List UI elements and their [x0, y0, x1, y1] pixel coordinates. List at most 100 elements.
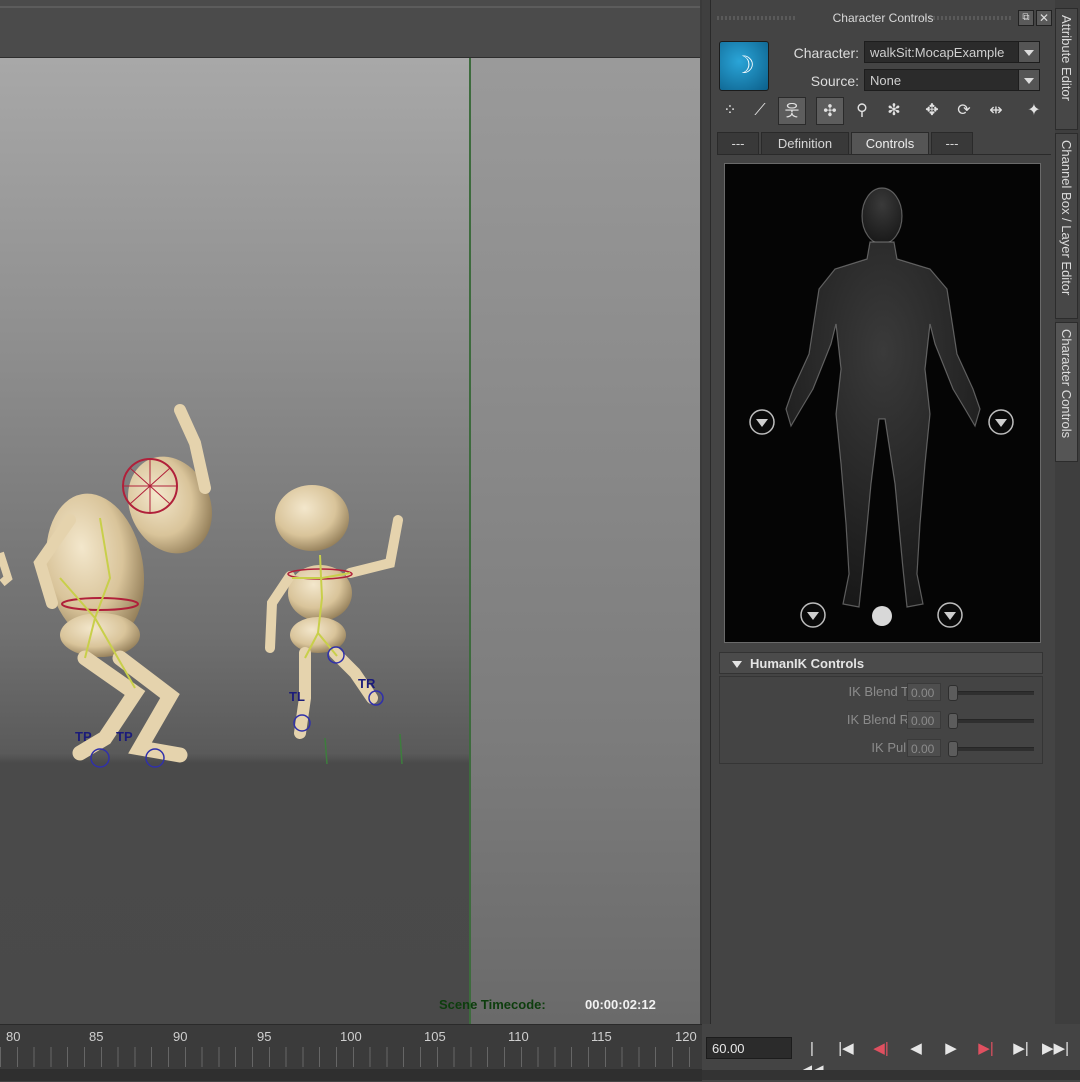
section-title: HumanIK Controls: [750, 656, 865, 671]
ik-pull-field[interactable]: 0.00: [907, 739, 941, 757]
side-tab-bar: Attribute Editor Channel Box / Layer Edi…: [1055, 0, 1080, 1024]
panel-splitter[interactable]: [702, 0, 710, 1024]
reference-ball-icon: [872, 606, 892, 626]
slider-label: IK Blend R: [846, 712, 909, 727]
mannequin-pelvis: [60, 613, 140, 657]
play-backward-button[interactable]: ◀: [903, 1038, 929, 1060]
scene-timecode-label: Scene Timecode:: [439, 997, 546, 1012]
ik-blend-t-field[interactable]: 0.00: [907, 683, 941, 701]
humanik-menu-button[interactable]: ☽: [719, 41, 769, 91]
chevron-down-icon: [1018, 42, 1039, 62]
character-dropdown-value: walkSit:MocapExample: [870, 45, 1005, 60]
tick-label: 115: [591, 1029, 612, 1044]
marker-label: TL: [289, 689, 305, 704]
character-controls-panel: Character Controls ⧉ ✕ ☽ Character: walk…: [710, 0, 1055, 1024]
tick-label: 90: [173, 1029, 188, 1044]
viewport-scene[interactable]: TP TP TL TR: [0, 58, 700, 1024]
source-dropdown[interactable]: None: [864, 69, 1040, 91]
current-frame-field[interactable]: 60.00: [706, 1037, 792, 1059]
time-slider[interactable]: 80 85 90 95 100 105 110 115 120: [0, 1024, 702, 1081]
viewport-toolbar-divider: [0, 6, 700, 8]
locator-line: [324, 737, 328, 765]
scene-timecode-value: 00:00:02:12: [585, 997, 656, 1012]
ik-blend-r-row: IK Blend R 0.00: [720, 709, 1044, 731]
tab-attribute-editor[interactable]: Attribute Editor: [1055, 8, 1078, 130]
chevron-down-icon: [1018, 70, 1039, 90]
translate-figure-icon[interactable]: ✥: [918, 97, 946, 125]
tab-definition[interactable]: Definition: [761, 132, 849, 154]
body-figure-svg: [749, 187, 1014, 628]
step-forward-frame-button[interactable]: ▶|: [973, 1038, 999, 1060]
step-forward-key-button[interactable]: ▶|: [1008, 1038, 1034, 1060]
tab-character-controls[interactable]: Character Controls: [1055, 322, 1078, 462]
tab-controls[interactable]: Controls: [851, 132, 929, 154]
panel-title: Character Controls: [832, 11, 934, 25]
collapse-triangle-icon: [732, 661, 742, 669]
tab-channel-box[interactable]: Channel Box / Layer Editor: [1055, 133, 1078, 319]
character-dropdown[interactable]: walkSit:MocapExample: [864, 41, 1040, 63]
tick-label: 85: [89, 1029, 104, 1044]
locator-line: [399, 733, 403, 765]
tab-label: Channel Box / Layer Editor: [1059, 140, 1074, 296]
humanik-figure-view[interactable]: [724, 163, 1041, 643]
ik-blend-r-field[interactable]: 0.00: [907, 711, 941, 729]
range-slider[interactable]: [0, 1069, 702, 1081]
panel-tabs: --- Definition Controls ---: [717, 132, 1051, 155]
humanik-controls-header[interactable]: HumanIK Controls: [719, 652, 1043, 674]
ik-blend-t-track[interactable]: [952, 691, 1034, 695]
source-dropdown-value: None: [870, 73, 902, 88]
marker-label: TP: [75, 729, 92, 744]
humanik-controls-section: IK Blend T 0.00 IK Blend R 0.00 IK Pull …: [719, 676, 1043, 764]
source-label: Source:: [810, 73, 859, 89]
character-label: Character:: [793, 45, 859, 61]
pin-arrows-icon[interactable]: ⇹: [982, 97, 1010, 125]
ik-blend-t-row: IK Blend T 0.00: [720, 681, 1044, 703]
characters-svg: TP TP TL TR: [0, 404, 403, 768]
3d-viewport[interactable]: TP TP TL TR Scene Timecode: 00:00:02:12: [0, 0, 702, 1024]
mannequin-head: [275, 485, 349, 551]
tick-label: 95: [257, 1029, 272, 1044]
playback-bottom-bar: [702, 1070, 1080, 1080]
tick-label: 80: [6, 1029, 21, 1044]
tab-previous[interactable]: ---: [717, 132, 759, 154]
marker-label: TR: [358, 676, 376, 691]
viewport-secondary-pane: [471, 58, 700, 1024]
marker-label: TP: [116, 729, 133, 744]
tab-label: Character Controls: [1059, 329, 1074, 439]
full-body-icon[interactable]: ⁘: [716, 97, 744, 125]
ik-blend-r-handle[interactable]: [948, 713, 958, 729]
close-icon[interactable]: ✕: [1036, 10, 1052, 26]
playback-controls: 60.00 |◀◀ |◀ ◀| ◀ ▶ ▶| ▶| ▶▶|: [702, 1024, 1080, 1080]
ik-pull-row: IK Pull 0.00: [720, 737, 1044, 759]
tick-label: 120: [675, 1029, 697, 1044]
large-mannequin: [33, 404, 212, 768]
character-toolbar: ⁘ ⟋ 웃 ✣ ⚲ ✻ ✥ ⟳ ⇹ ✦: [716, 97, 1050, 127]
ik-pull-handle[interactable]: [948, 741, 958, 757]
tab-label: Attribute Editor: [1059, 15, 1074, 101]
bone-icon[interactable]: ⟋: [746, 97, 774, 125]
effector-figure-icon[interactable]: ✣: [816, 97, 844, 125]
go-to-end-button[interactable]: ▶▶|: [1042, 1038, 1069, 1060]
step-back-frame-button[interactable]: ◀|: [868, 1038, 894, 1060]
stick-figure-icon[interactable]: 웃: [778, 97, 806, 125]
tick-label: 100: [340, 1029, 362, 1044]
rotate-figure-icon[interactable]: ⟳: [950, 97, 978, 125]
tick-label: 110: [508, 1029, 529, 1044]
reach-figure-icon[interactable]: ✦: [1020, 97, 1048, 125]
slider-label: IK Blend T: [848, 684, 909, 699]
viewport-toolbar: [0, 0, 700, 58]
tick-label: 105: [424, 1029, 446, 1044]
pin-figure-icon[interactable]: ⚲: [848, 97, 876, 125]
play-forward-button[interactable]: ▶: [938, 1038, 964, 1060]
go-to-start-button[interactable]: |◀◀: [799, 1038, 825, 1079]
ik-blend-t-handle[interactable]: [948, 685, 958, 701]
ik-pull-track[interactable]: [952, 747, 1034, 751]
float-panel-icon[interactable]: ⧉: [1018, 10, 1034, 26]
tab-next[interactable]: ---: [931, 132, 973, 154]
time-ruler[interactable]: [0, 1047, 702, 1067]
grey-figure-icon[interactable]: ✻: [880, 97, 908, 125]
body-silhouette: [785, 187, 981, 608]
step-back-key-button[interactable]: |◀: [833, 1038, 859, 1060]
slider-label: IK Pull: [871, 740, 909, 755]
ik-blend-r-track[interactable]: [952, 719, 1034, 723]
